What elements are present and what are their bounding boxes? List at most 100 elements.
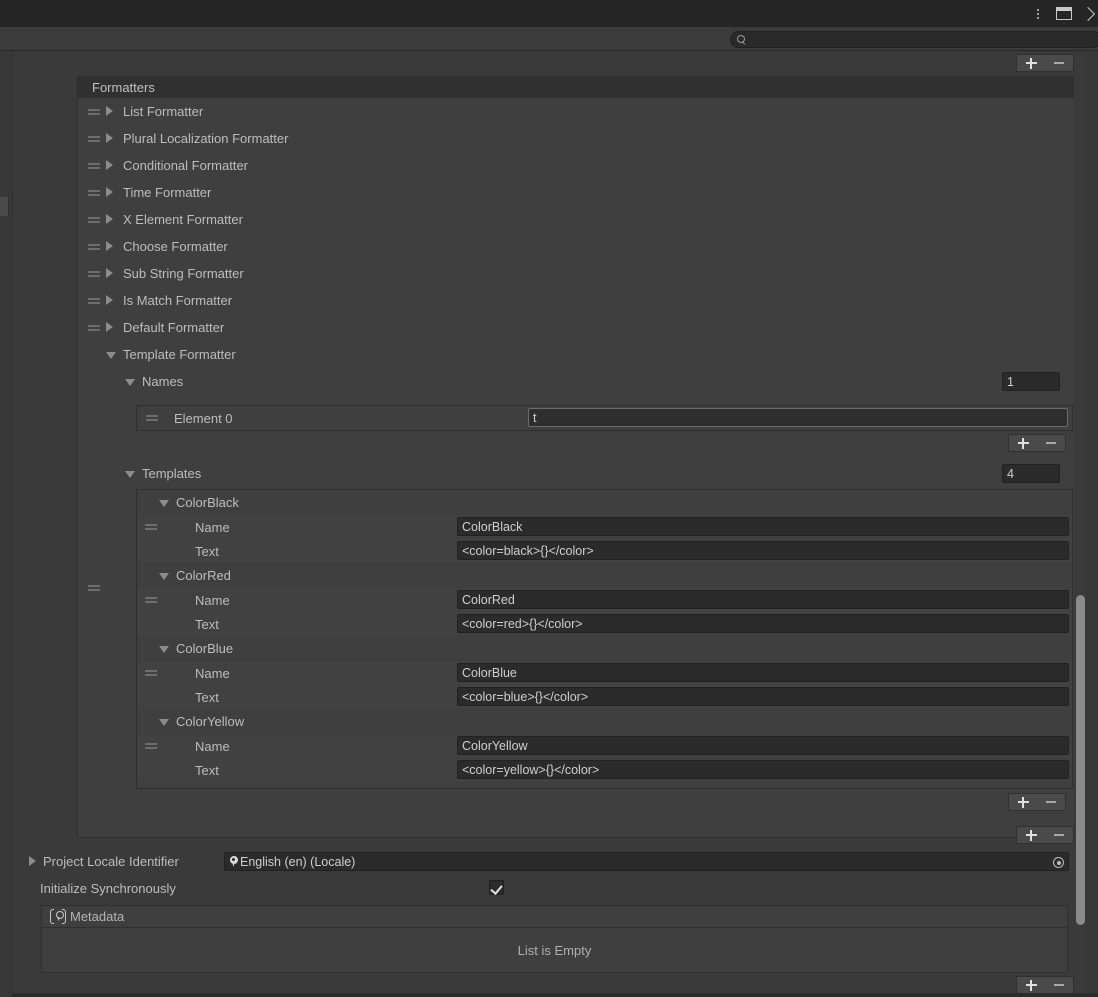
formatters-add-button[interactable]: [1017, 827, 1045, 843]
template-name-input[interactable]: ColorRed: [457, 590, 1069, 609]
chevron-down-icon[interactable]: [159, 498, 170, 509]
drag-handle-icon[interactable]: [88, 216, 100, 224]
chevron-right-icon[interactable]: [28, 856, 39, 867]
templates-add-button[interactable]: [1009, 794, 1037, 810]
drag-handle-icon[interactable]: [88, 324, 100, 332]
formatters-remove-button[interactable]: [1045, 827, 1073, 843]
template-name-input[interactable]: ColorYellow: [457, 736, 1069, 755]
left-gutter: [0, 52, 12, 997]
templates-foldout[interactable]: Templates 4: [78, 460, 1083, 487]
templates-list-controls: [1008, 793, 1066, 811]
list-item[interactable]: X Element Formatter: [78, 206, 1083, 233]
template-name-row[interactable]: Name ColorBlack: [137, 515, 1072, 539]
template-text-row[interactable]: Text <color=blue>{}</color>: [137, 685, 1072, 709]
drag-handle-icon[interactable]: [88, 297, 100, 305]
chevron-down-icon[interactable]: [106, 350, 117, 361]
list-item[interactable]: Time Formatter: [78, 179, 1083, 206]
list-item[interactable]: Sub String Formatter: [78, 260, 1083, 287]
chevron-down-icon[interactable]: [125, 469, 136, 480]
template-name-label: Name: [195, 665, 230, 681]
drag-handle-icon[interactable]: [145, 742, 157, 750]
vertical-scrollbar-thumb[interactable]: [1076, 595, 1085, 925]
chevron-right-icon[interactable]: [1083, 6, 1097, 22]
list-item[interactable]: Is Match Formatter: [78, 287, 1083, 314]
list-item-label: Is Match Formatter: [123, 293, 233, 308]
names-element-row[interactable]: Element 0 t: [137, 406, 1072, 430]
drag-handle-icon[interactable]: [145, 669, 157, 677]
search-box[interactable]: [730, 31, 1098, 48]
template-entry-header[interactable]: ColorBlack: [137, 490, 1072, 515]
names-element-value-input[interactable]: t: [528, 408, 1068, 427]
chevron-right-icon[interactable]: [105, 268, 116, 279]
metadata-header[interactable]: Metadata: [41, 905, 1068, 928]
metadata-add-button[interactable]: [1017, 977, 1045, 993]
drag-handle-icon[interactable]: [88, 162, 100, 170]
chevron-right-icon[interactable]: [105, 187, 116, 198]
template-text-input[interactable]: <color=black>{}</color>: [457, 541, 1069, 560]
drag-handle-icon[interactable]: [146, 414, 158, 422]
drag-handle-icon[interactable]: [88, 270, 100, 278]
templates-size-field[interactable]: 4: [1002, 464, 1060, 483]
chevron-right-icon[interactable]: [105, 241, 116, 252]
chevron-right-icon[interactable]: [105, 322, 116, 333]
drag-handle-icon[interactable]: [88, 243, 100, 251]
template-name-input[interactable]: ColorBlack: [457, 517, 1069, 536]
list-item-template-formatter[interactable]: Template Formatter: [78, 341, 1083, 368]
drag-handle-icon[interactable]: [88, 135, 100, 143]
drag-handle-icon[interactable]: [88, 584, 100, 592]
list-item[interactable]: Choose Formatter: [78, 233, 1083, 260]
template-text-input[interactable]: <color=blue>{}</color>: [457, 687, 1069, 706]
search-input[interactable]: [746, 33, 1098, 46]
names-remove-button[interactable]: [1037, 435, 1065, 451]
drag-handle-icon[interactable]: [145, 596, 157, 604]
names-label: Names: [142, 374, 184, 389]
template-entry-header[interactable]: ColorRed: [137, 563, 1072, 588]
initialize-synchronously-checkbox[interactable]: [489, 880, 504, 895]
template-name-row[interactable]: Name ColorRed: [137, 588, 1072, 612]
chevron-down-icon[interactable]: [159, 717, 170, 728]
template-text-input[interactable]: <color=red>{}</color>: [457, 614, 1069, 633]
chevron-right-icon[interactable]: [105, 133, 116, 144]
template-name-row[interactable]: Name ColorYellow: [137, 734, 1072, 758]
templates-remove-button[interactable]: [1037, 794, 1065, 810]
left-edge-tab-handle[interactable]: [0, 197, 9, 216]
drag-handle-icon[interactable]: [88, 189, 100, 197]
chevron-down-icon[interactable]: [159, 644, 170, 655]
chevron-down-icon[interactable]: [159, 571, 170, 582]
template-text-row[interactable]: Text <color=yellow>{}</color>: [137, 758, 1072, 782]
metadata-remove-button[interactable]: [1045, 977, 1073, 993]
vertical-scrollbar[interactable]: [1074, 52, 1086, 997]
template-name-input[interactable]: ColorBlue: [457, 663, 1069, 682]
panel-layout-icon[interactable]: [1056, 7, 1072, 20]
chevron-right-icon[interactable]: [105, 214, 116, 225]
list-item-label: Default Formatter: [123, 320, 225, 335]
search-icon: [737, 35, 746, 44]
names-add-button[interactable]: [1009, 435, 1037, 451]
top-remove-button[interactable]: [1045, 55, 1073, 71]
list-item[interactable]: Plural Localization Formatter: [78, 125, 1083, 152]
template-entry-header[interactable]: ColorBlue: [137, 636, 1072, 661]
list-item[interactable]: Default Formatter: [78, 314, 1083, 341]
list-item[interactable]: Conditional Formatter: [78, 152, 1083, 179]
template-text-row[interactable]: Text <color=red>{}</color>: [137, 612, 1072, 636]
locale-pin-icon: [228, 855, 239, 868]
template-entry-header[interactable]: ColorYellow: [137, 709, 1072, 734]
chevron-right-icon[interactable]: [105, 160, 116, 171]
names-size-field[interactable]: 1: [1002, 372, 1060, 391]
inspector-body: Formatters List Formatter Plural Localiz…: [12, 52, 1086, 997]
template-text-row[interactable]: Text <color=black>{}</color>: [137, 539, 1072, 563]
names-foldout[interactable]: Names 1: [78, 368, 1083, 395]
top-add-button[interactable]: [1017, 55, 1045, 71]
chevron-right-icon[interactable]: [105, 295, 116, 306]
drag-handle-icon[interactable]: [88, 108, 100, 116]
list-item[interactable]: List Formatter: [78, 98, 1083, 125]
chevron-down-icon[interactable]: [125, 377, 136, 388]
drag-handle-icon[interactable]: [145, 523, 157, 531]
template-text-input[interactable]: <color=yellow>{}</color>: [457, 760, 1069, 779]
template-name-row[interactable]: Name ColorBlue: [137, 661, 1072, 685]
list-item-label: Choose Formatter: [123, 239, 228, 254]
project-locale-object-field[interactable]: English (en) (Locale): [224, 852, 1069, 871]
kebab-menu-icon[interactable]: [1031, 6, 1045, 22]
object-picker-icon[interactable]: [1051, 855, 1066, 870]
chevron-right-icon[interactable]: [105, 106, 116, 117]
